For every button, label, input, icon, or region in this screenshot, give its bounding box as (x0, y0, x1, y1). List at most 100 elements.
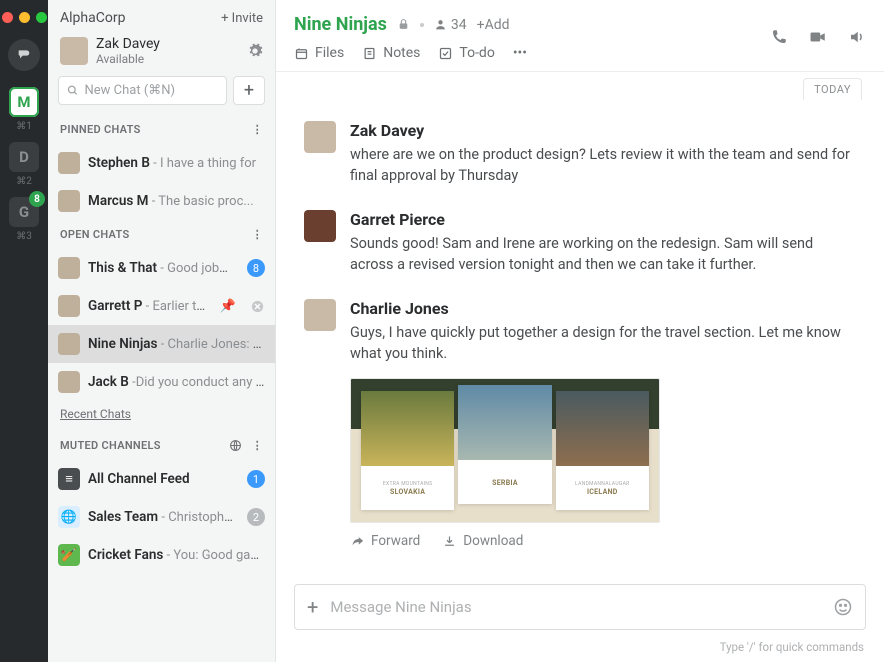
smile-icon (833, 597, 853, 617)
section-menu-icon[interactable]: ⋮ (252, 123, 263, 136)
conversation-pane: Nine Ninjas 34 +Add Files Notes To-do (276, 0, 884, 662)
pin-icon: 📌 (220, 299, 236, 314)
open-section-header[interactable]: OPEN CHATS ⋮ (48, 220, 275, 249)
maximize-window-icon[interactable] (36, 12, 47, 23)
files-icon (294, 46, 309, 61)
message-list: Zak Davey where are we on the product des… (276, 97, 884, 572)
date-divider: TODAY (276, 72, 884, 97)
more-tab[interactable]: ••• (513, 45, 527, 61)
emoji-button[interactable] (833, 597, 853, 617)
chat-preview: - The basic proc... (148, 194, 253, 209)
user-avatar (60, 37, 88, 65)
chat-avatar (58, 371, 80, 393)
chat-name: Marcus M (88, 193, 148, 209)
lock-icon (397, 18, 410, 31)
channel-title[interactable]: Nine Ninjas (294, 14, 387, 35)
message-avatar[interactable] (304, 121, 336, 153)
separator-icon (420, 23, 424, 27)
current-user[interactable]: Zak Davey Available (48, 32, 275, 76)
chat-row[interactable]: 🏏 Cricket Fans - You: Good game (48, 536, 275, 574)
message-composer[interactable]: + (294, 584, 866, 630)
section-menu-icon[interactable]: ⋮ (252, 228, 263, 241)
chat-preview: - Good job👏... (157, 261, 239, 276)
member-count[interactable]: 34 (434, 17, 467, 33)
sport-icon: 🏏 (58, 544, 80, 566)
attach-button[interactable]: + (307, 595, 318, 619)
chat-preview: - You: Good game (163, 548, 265, 563)
check-icon (438, 46, 453, 61)
minimize-window-icon[interactable] (19, 12, 30, 23)
chat-row[interactable]: Stephen B - I have a thing for (48, 144, 275, 182)
globe-icon[interactable] (229, 439, 242, 452)
chat-name: Nine Ninjas (88, 336, 157, 352)
window-controls[interactable] (2, 8, 47, 33)
close-window-icon[interactable] (2, 12, 13, 23)
chat-name: All Channel Feed (88, 471, 190, 487)
feed-icon: ≡ (58, 468, 80, 490)
muted-section-header[interactable]: MUTED CHANNELS ⋮ (48, 431, 275, 460)
files-tab[interactable]: Files (294, 45, 344, 61)
message: Zak Davey where are we on the product des… (304, 121, 856, 186)
chat-preview: - Christopher J: d. (158, 510, 239, 525)
invite-button[interactable]: + Invite (221, 11, 263, 26)
new-chat-button[interactable]: + (233, 76, 265, 105)
section-label: MUTED CHANNELS (60, 439, 161, 452)
chat-name: Stephen B (88, 155, 150, 171)
add-member-button[interactable]: +Add (477, 17, 510, 33)
workspace-switch[interactable]: G8 (9, 197, 39, 227)
chat-avatar (58, 152, 80, 174)
voice-call-button[interactable] (770, 28, 788, 46)
chat-row[interactable]: Nine Ninjas - Charlie Jones: G... (48, 325, 275, 363)
user-name: Zak Davey (96, 36, 160, 52)
forward-button[interactable]: Forward (350, 533, 420, 549)
chat-name: Sales Team (88, 509, 158, 525)
org-name[interactable]: AlphaCorp (60, 10, 125, 26)
section-menu-icon[interactable]: ⋮ (252, 439, 263, 452)
attachment-card: SERBIA (458, 385, 551, 504)
attachment-card: EXTRA MOUNTAINSSLOVAKIA (361, 391, 454, 510)
message-author[interactable]: Charlie Jones (350, 299, 856, 318)
image-attachment[interactable]: EXTRA MOUNTAINSSLOVAKIASERBIALANDMANNALA… (350, 378, 660, 523)
search-input[interactable] (85, 83, 219, 98)
video-call-button[interactable] (808, 28, 828, 46)
notes-tab[interactable]: Notes (362, 45, 420, 61)
chat-name: Cricket Fans (88, 547, 163, 563)
message-avatar[interactable] (304, 299, 336, 331)
chat-row[interactable]: Garrett P - Earlier this...📌 (48, 287, 275, 325)
close-chat-icon[interactable] (250, 299, 265, 314)
pinned-section-header[interactable]: PINNED CHATS ⋮ (48, 115, 275, 144)
settings-button[interactable] (247, 43, 263, 59)
app-logo[interactable] (8, 39, 40, 71)
shortcut-label: ⌘1 (16, 121, 32, 132)
video-icon (808, 28, 828, 46)
workspace-switch[interactable]: D (9, 142, 39, 172)
chat-sidebar: AlphaCorp + Invite Zak Davey Available +… (48, 0, 276, 662)
message-author[interactable]: Garret Pierce (350, 210, 856, 229)
team-icon: 🌐 (58, 506, 80, 528)
chat-row[interactable]: 🌐Sales Team - Christopher J: d.2 (48, 498, 275, 536)
private-channel-indicator (397, 18, 410, 31)
chat-row[interactable]: ≡All Channel Feed1 (48, 460, 275, 498)
recent-chats-link[interactable]: Recent Chats (48, 401, 275, 431)
message-author[interactable]: Zak Davey (350, 121, 856, 140)
workspace-switch[interactable]: M (9, 87, 39, 117)
new-chat-search[interactable] (58, 76, 227, 105)
chat-row[interactable]: Jack B -Did you conduct any sur (48, 363, 275, 401)
message: Garret PierceSounds good! Sam and Irene … (304, 210, 856, 275)
message-text: where are we on the product design? Lets… (350, 144, 856, 186)
chat-avatar (58, 333, 80, 355)
download-button[interactable]: Download (442, 533, 523, 549)
unread-badge: 8 (247, 259, 265, 277)
message-avatar[interactable] (304, 210, 336, 242)
volume-button[interactable] (848, 28, 866, 46)
chat-preview: - Earlier this... (142, 299, 211, 314)
chat-avatar (58, 295, 80, 317)
download-icon (442, 534, 457, 549)
gear-icon (247, 43, 263, 59)
chat-preview: - I have a thing for (150, 156, 256, 171)
chat-row[interactable]: This & That - Good job👏...8 (48, 249, 275, 287)
chat-row[interactable]: Marcus M - The basic proc... (48, 182, 275, 220)
forward-icon (350, 534, 365, 549)
message-input[interactable] (330, 598, 821, 616)
todo-tab[interactable]: To-do (438, 45, 494, 61)
